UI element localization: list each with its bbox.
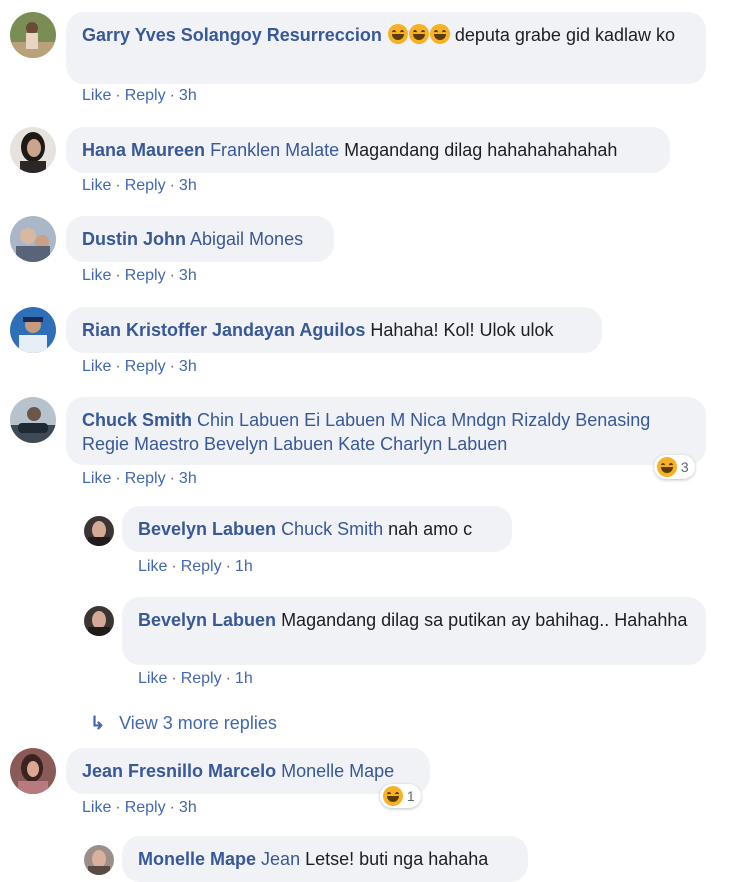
avatar[interactable] — [10, 397, 56, 443]
timestamp[interactable]: 1h — [235, 558, 253, 575]
separator: · — [115, 358, 121, 375]
like-link[interactable]: Like — [138, 558, 167, 575]
laughing-emoji-icon — [387, 24, 408, 44]
comment-actions: Like · Reply · 3h — [82, 358, 197, 376]
comment-actions: Like · Reply · 3h — [82, 87, 197, 105]
avatar[interactable] — [84, 606, 114, 636]
comment-author[interactable]: Garry Yves Solangoy Resurreccion — [82, 25, 382, 45]
comment-text: Magandang dilag hahahahahahah — [344, 140, 618, 160]
laughing-emoji-icon — [429, 24, 450, 44]
comment-bubble: Rian Kristoffer Jandayan Aguilos Hahaha!… — [66, 307, 602, 353]
like-link[interactable]: Like — [82, 87, 111, 104]
timestamp[interactable]: 3h — [179, 799, 197, 816]
comment-bubble: Hana Maureen Franklen Malate Magandang d… — [66, 127, 670, 173]
reply-bubble: Bevelyn Labuen Magandang dilag sa putika… — [122, 597, 706, 665]
timestamp[interactable]: 3h — [179, 358, 197, 375]
comment-bubble: Chuck Smith Chin Labuen Ei Labuen M Nica… — [66, 397, 706, 465]
avatar[interactable] — [84, 516, 114, 546]
separator: · — [169, 267, 175, 284]
reply-actions: Like · Reply · 1h — [138, 670, 253, 688]
reply-link[interactable]: Reply — [125, 177, 166, 194]
haha-reaction-icon — [657, 457, 677, 477]
timestamp[interactable]: 3h — [179, 267, 197, 284]
like-link[interactable]: Like — [82, 358, 111, 375]
reply-link[interactable]: Reply — [125, 470, 166, 487]
separator: · — [225, 670, 231, 687]
avatar[interactable] — [10, 216, 56, 262]
reply-text: Magandang dilag sa putikan ay bahihag.. … — [281, 610, 688, 630]
comment-author[interactable]: Rian Kristoffer Jandayan Aguilos — [82, 320, 365, 340]
avatar[interactable] — [10, 748, 56, 794]
reply-link[interactable]: Reply — [181, 558, 222, 575]
reply-arrow-icon: ↳ — [90, 713, 106, 733]
separator: · — [169, 87, 175, 104]
tagged-user[interactable]: Monelle Mape — [281, 761, 394, 781]
comment-author[interactable]: Hana Maureen — [82, 140, 205, 160]
reply-link[interactable]: Reply — [125, 799, 166, 816]
like-link[interactable]: Like — [82, 470, 111, 487]
separator: · — [169, 470, 175, 487]
comment-actions: Like · Reply · 3h — [82, 267, 197, 285]
comment-actions: Like · Reply · 3h — [82, 177, 197, 195]
like-link[interactable]: Like — [82, 799, 111, 816]
reaction-count[interactable]: 1 — [380, 784, 421, 808]
comment-actions: Like · Reply · 3h — [82, 799, 197, 817]
comment-author[interactable]: Dustin John — [82, 229, 186, 249]
comment-bubble: Garry Yves Solangoy Resurreccion deputa … — [66, 12, 706, 84]
reply-author[interactable]: Bevelyn Labuen — [138, 610, 276, 630]
reply-link[interactable]: Reply — [125, 267, 166, 284]
timestamp[interactable]: 1h — [235, 670, 253, 687]
reply-link[interactable]: Reply — [125, 358, 166, 375]
reply-author[interactable]: Monelle Mape — [138, 849, 256, 869]
like-link[interactable]: Like — [82, 177, 111, 194]
comment-text: Hahaha! Kol! Ulok ulok — [370, 320, 554, 340]
separator: · — [115, 470, 121, 487]
view-more-replies-button[interactable]: ↳ View 3 more replies — [90, 713, 277, 734]
tagged-user[interactable]: Chuck Smith — [281, 519, 383, 539]
view-more-replies-label: View 3 more replies — [119, 713, 277, 733]
comment-author[interactable]: Chuck Smith — [82, 410, 192, 430]
reply-bubble: Monelle Mape Jean Letse! buti nga hahaha — [122, 836, 528, 882]
comment-bubble: Jean Fresnillo Marcelo Monelle Mape — [66, 748, 430, 794]
laughing-emoji-icon — [408, 24, 429, 44]
avatar[interactable] — [10, 127, 56, 173]
separator: · — [115, 87, 121, 104]
like-link[interactable]: Like — [82, 267, 111, 284]
timestamp[interactable]: 3h — [179, 470, 197, 487]
separator: · — [115, 799, 121, 816]
separator: · — [171, 558, 177, 575]
separator: · — [115, 267, 121, 284]
timestamp[interactable]: 3h — [179, 87, 197, 104]
separator: · — [171, 670, 177, 687]
reply-author[interactable]: Bevelyn Labuen — [138, 519, 276, 539]
avatar[interactable] — [10, 12, 56, 58]
like-link[interactable]: Like — [138, 670, 167, 687]
tagged-user[interactable]: Jean — [261, 849, 300, 869]
comment-bubble: Dustin John Abigail Mones — [66, 216, 334, 262]
reply-link[interactable]: Reply — [125, 87, 166, 104]
comment-author[interactable]: Jean Fresnillo Marcelo — [82, 761, 276, 781]
tagged-user[interactable]: Franklen Malate — [210, 140, 339, 160]
reaction-number: 3 — [680, 459, 689, 475]
tagged-user[interactable]: Abigail Mones — [190, 229, 303, 249]
timestamp[interactable]: 3h — [179, 177, 197, 194]
separator: · — [169, 358, 175, 375]
separator: · — [225, 558, 231, 575]
haha-reaction-icon — [383, 786, 403, 806]
reply-text: Letse! buti nga hahaha — [305, 849, 489, 869]
avatar[interactable] — [84, 845, 114, 875]
comment-text: deputa grabe gid kadlaw ko — [454, 25, 676, 45]
reaction-number: 1 — [406, 788, 415, 804]
avatar[interactable] — [10, 307, 56, 353]
comment-actions: Like · Reply · 3h — [82, 470, 197, 488]
separator: · — [115, 177, 121, 194]
separator: · — [169, 177, 175, 194]
reply-actions: Like · Reply · 1h — [138, 558, 253, 576]
reaction-count[interactable]: 3 — [654, 455, 695, 479]
reply-link[interactable]: Reply — [181, 670, 222, 687]
separator: · — [169, 799, 175, 816]
reply-text: nah amo c — [388, 519, 473, 539]
reply-bubble: Bevelyn Labuen Chuck Smith nah amo c — [122, 506, 512, 552]
